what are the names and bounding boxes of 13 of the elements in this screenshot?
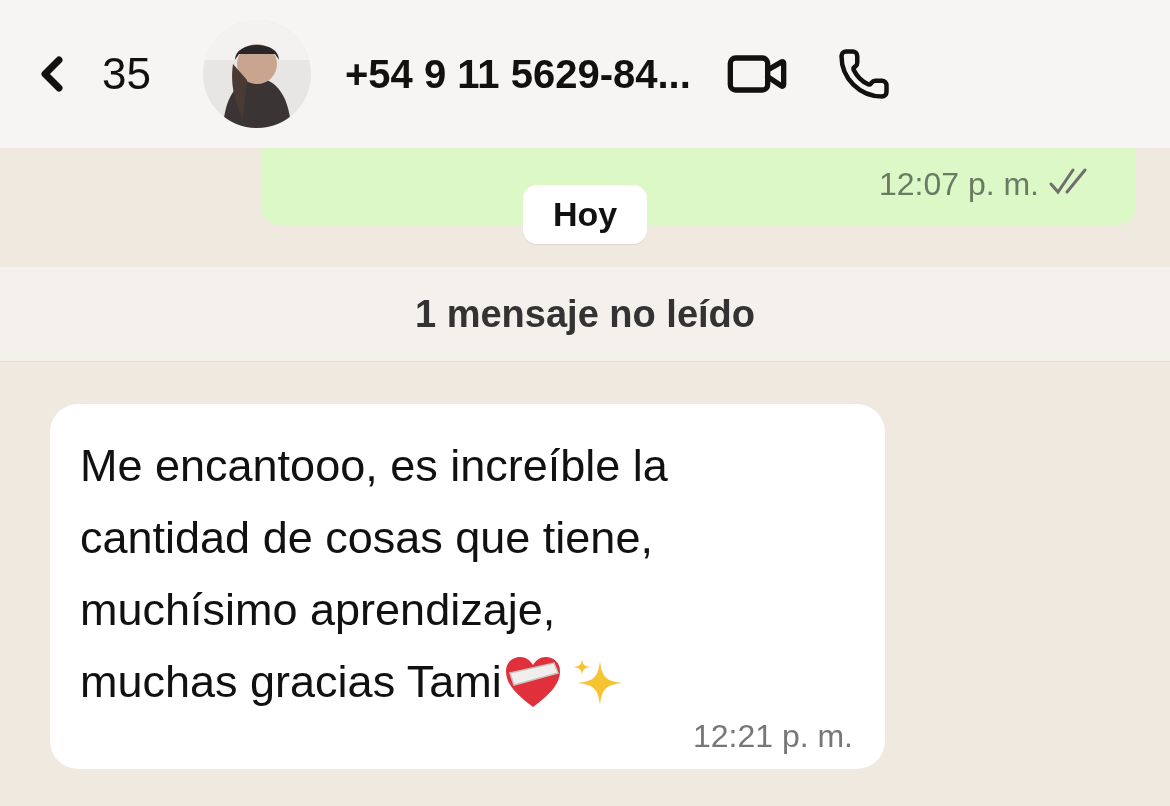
message-line: Me encantooo, es increíble la [80, 439, 668, 493]
message-time: 12:07 p. m. [878, 166, 1039, 203]
bandaged-heart-icon [503, 655, 562, 709]
contact-name[interactable]: +54 9 11 5629-84... [344, 51, 691, 97]
message-time: 12:21 p. m. [692, 718, 853, 755]
message-line: cantidad de cosas que tiene, [80, 511, 653, 565]
message-line: muchísimo aprendizaje, [80, 583, 556, 637]
voice-call-button[interactable] [836, 47, 891, 101]
unread-banner-text: 1 mensaje no leído [415, 292, 755, 336]
phone-icon [836, 47, 891, 101]
unread-count: 35 [102, 49, 151, 99]
date-chip: Hoy [522, 185, 648, 244]
message-line: muchas gracias Tami [80, 655, 502, 709]
